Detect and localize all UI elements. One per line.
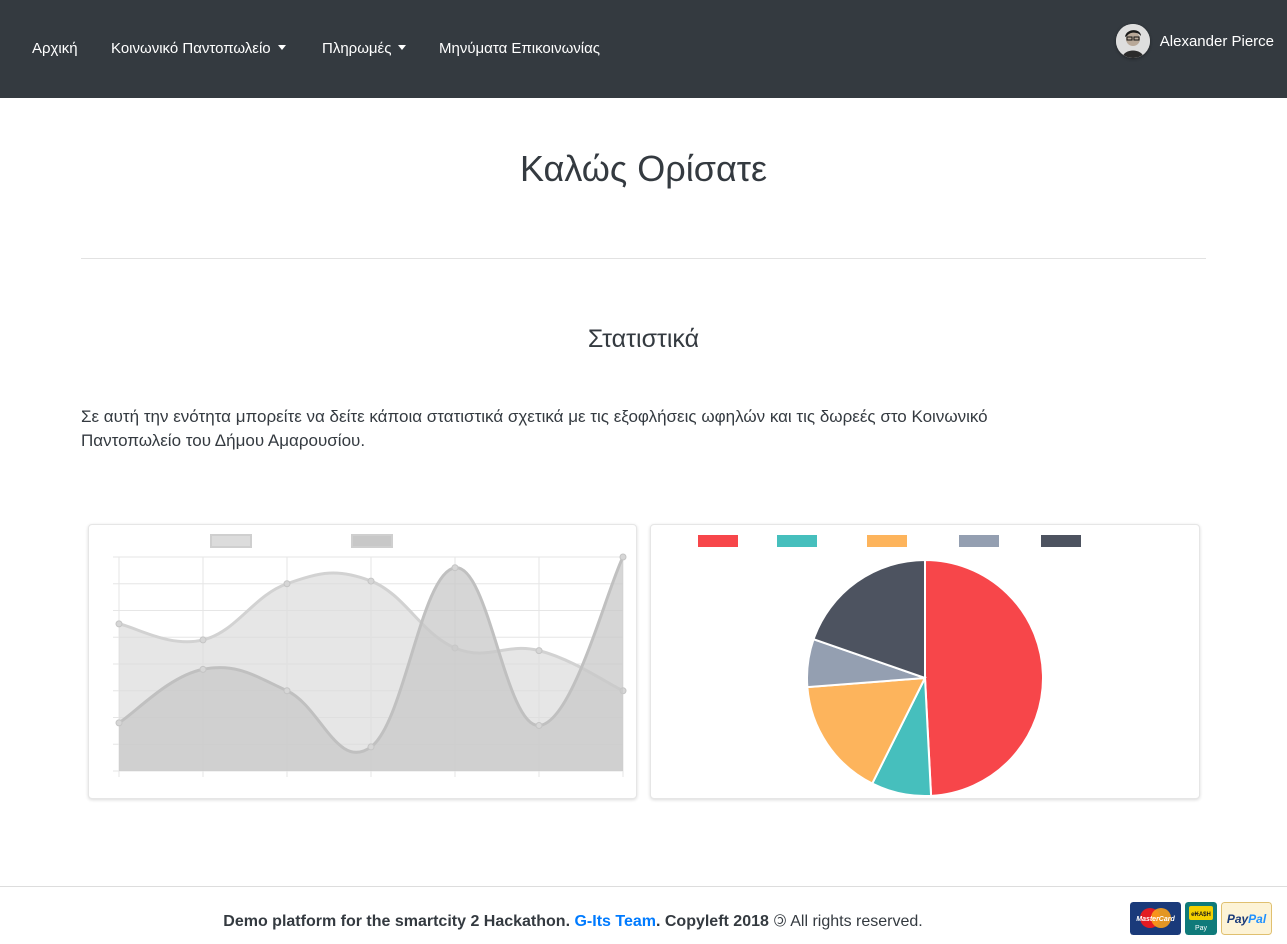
user-name: Alexander Pierce	[1159, 32, 1274, 50]
legend-swatch	[777, 535, 817, 547]
line-chart	[113, 534, 627, 777]
nav-home[interactable]: Αρχική	[32, 40, 78, 57]
ekash-text: e₭A$H	[1191, 912, 1211, 918]
paypal-text-b: Pal	[1248, 912, 1267, 926]
avatar	[1115, 24, 1150, 58]
ekash-logo: e₭A$H Pay	[1185, 902, 1217, 935]
pie-slice	[924, 558, 1044, 797]
data-point	[115, 620, 123, 628]
data-point	[199, 665, 207, 673]
mastercard-text: MasterCard	[1136, 916, 1175, 923]
data-point	[283, 687, 291, 695]
data-point	[619, 553, 627, 561]
nav-grocery-dropdown[interactable]: Κοινωνικό Παντοπωλείο	[111, 40, 286, 57]
data-point	[283, 580, 291, 588]
page-title: Καλώς Ορίσατε	[519, 148, 768, 189]
nav-messages[interactable]: Μηνύματα Επικοινωνίας	[439, 40, 600, 57]
pie-chart	[698, 535, 1081, 797]
team-link[interactable]: G-Its Team	[574, 913, 656, 930]
data-point	[451, 564, 459, 572]
paypal-text-a: Pay	[1227, 912, 1250, 926]
legend-swatch	[1041, 535, 1081, 547]
divider	[81, 258, 1206, 259]
svg-text:PayPal: PayPal	[1227, 912, 1267, 926]
intro-text: Σε αυτή την ενότητα μπορείτε να δείτε κά…	[81, 405, 1141, 453]
section-title: Στατιστικά	[587, 325, 700, 353]
footer-text-bold-after: . Copyleft 2018	[655, 913, 774, 930]
caret-down-icon	[398, 45, 407, 50]
caret-down-icon	[277, 45, 286, 50]
intro-line-2: Παντοπωλείο του Δήμου Αμαρουσίου.	[81, 431, 366, 450]
data-point	[367, 577, 375, 585]
data-point	[367, 743, 375, 751]
footer: Demo platform for the smartcity 2 Hackat…	[0, 886, 1287, 944]
footer-text: Demo platform for the smartcity 2 Hackat…	[0, 907, 1146, 931]
footer-text-after: All rights reserved.	[786, 913, 923, 930]
user-menu[interactable]: Alexander Pierce	[1115, 24, 1274, 58]
data-point	[199, 636, 207, 644]
nav-grocery-label: Κοινωνικό Παντοπωλείο	[111, 40, 271, 57]
copyleft-symbol: 🄯	[773, 913, 787, 930]
intro-line-1: Σε αυτή την ενότητα μπορείτε να δείτε κά…	[81, 407, 988, 426]
legend-swatch	[959, 535, 999, 547]
top-navbar: Αρχική Κοινωνικό Παντοπωλείο Πληρωμές Μη…	[0, 0, 1287, 98]
paypal-logo: PayPal	[1221, 902, 1272, 935]
mastercard-logo: MasterCard	[1130, 902, 1181, 935]
line-chart-card	[88, 524, 637, 799]
legend-swatch	[210, 534, 252, 548]
legend-swatch	[867, 535, 907, 547]
data-point	[535, 647, 543, 655]
ekash-pay-text: Pay	[1195, 925, 1208, 932]
legend-swatch	[698, 535, 738, 547]
footer-text-before: Demo platform for the smartcity 2 Hackat…	[223, 913, 575, 930]
legend-swatch	[351, 534, 393, 548]
nav-payments-label: Πληρωμές	[322, 40, 392, 57]
data-point	[535, 722, 543, 730]
pie-chart-card	[650, 524, 1200, 799]
data-point	[115, 719, 123, 727]
nav-payments-dropdown[interactable]: Πληρωμές	[322, 40, 407, 57]
